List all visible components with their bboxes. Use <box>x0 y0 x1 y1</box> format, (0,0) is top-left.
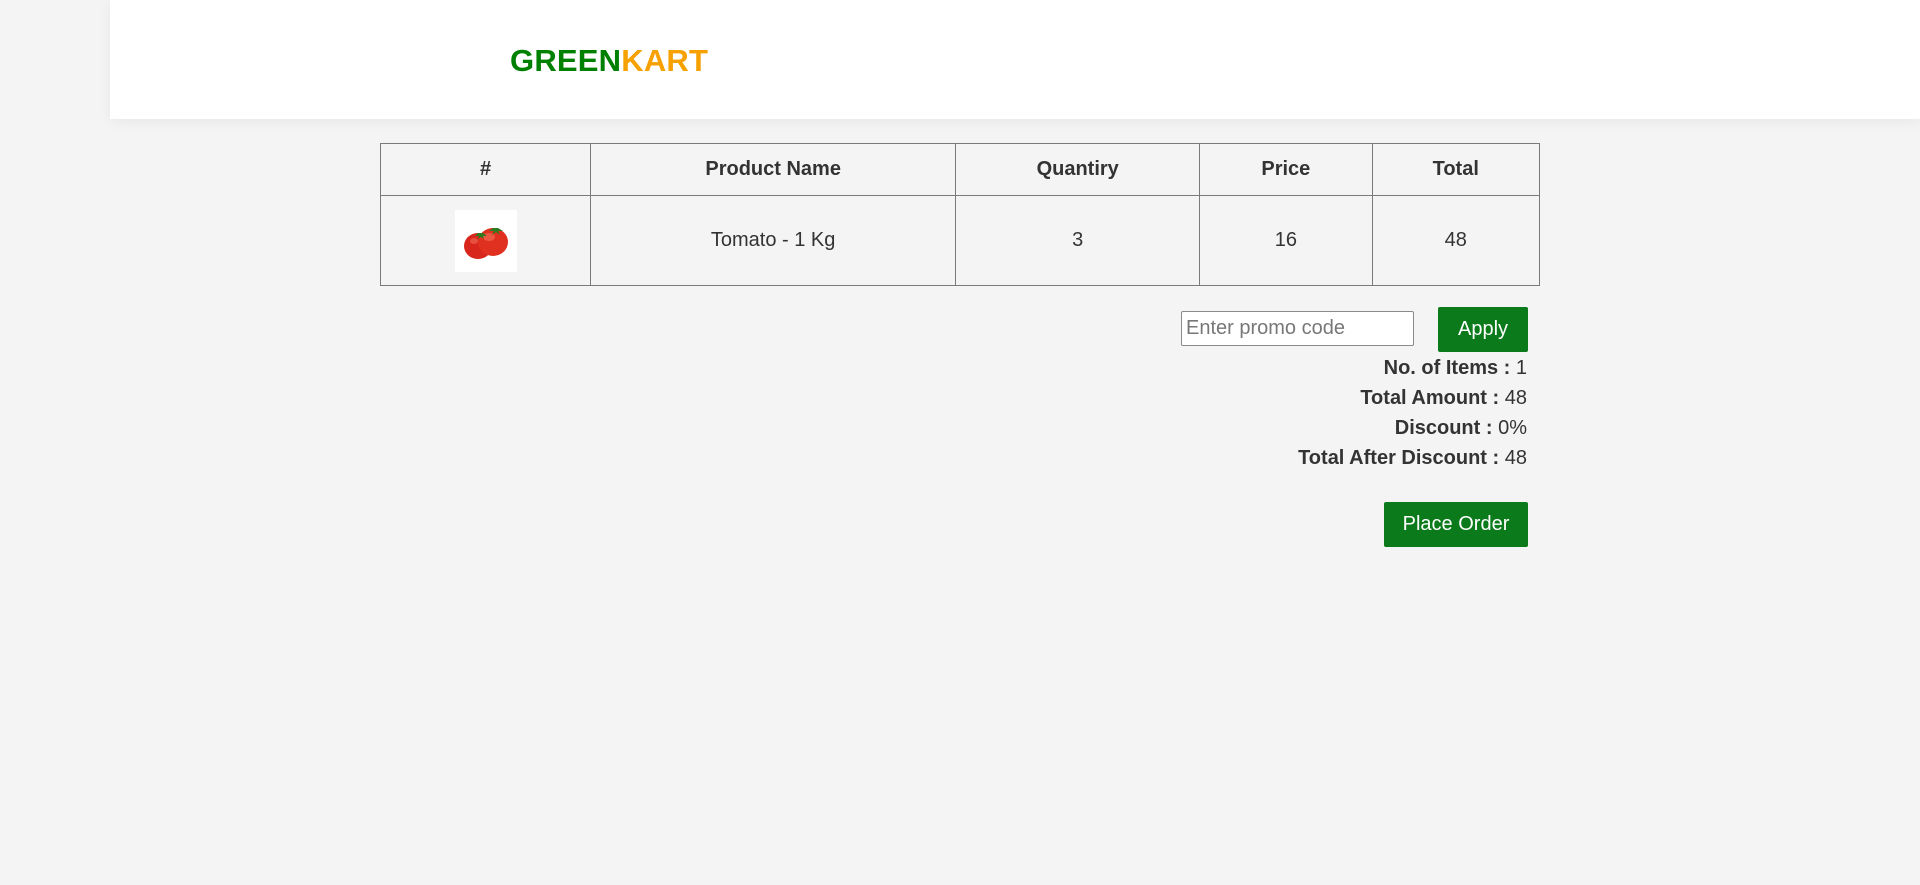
items-value: 1 <box>1515 357 1527 379</box>
brand-logo-kart: KART <box>621 43 709 78</box>
apply-promo-button[interactable]: Apply <box>1438 307 1528 352</box>
column-header-number: # <box>379 143 592 196</box>
summary-total-after-discount: Total After Discount : 48 <box>1298 443 1527 473</box>
quantity-cell: 3 <box>955 195 1201 286</box>
cart-table: # Product Name Quantiry Price Total Toma… <box>379 143 1541 286</box>
total-amount-value: 48 <box>1504 387 1527 409</box>
product-image-cell <box>379 195 592 286</box>
summary-total-amount: Total Amount : 48 <box>1298 383 1527 413</box>
site-header: GREENKART <box>110 0 1920 119</box>
order-summary: No. of Items : 1 Total Amount : 48 Disco… <box>1298 353 1527 473</box>
total-cell: 48 <box>1371 195 1541 286</box>
discount-label: Discount : <box>1394 417 1493 439</box>
column-header-price: Price <box>1199 143 1373 196</box>
table-row: Tomato - 1 Kg 3 16 48 <box>379 195 1541 286</box>
brand-logo-green: GREEN <box>510 43 622 78</box>
discount-value: 0% <box>1498 417 1527 439</box>
place-order-button[interactable]: Place Order <box>1384 502 1528 547</box>
column-header-product-name: Product Name <box>590 143 957 196</box>
column-header-quantity: Quantiry <box>955 143 1201 196</box>
summary-items: No. of Items : 1 <box>1298 353 1527 383</box>
price-cell: 16 <box>1199 195 1373 286</box>
total-after-discount-value: 48 <box>1504 447 1527 469</box>
tomato-icon <box>454 209 517 272</box>
brand-logo[interactable]: GREENKART <box>510 42 708 80</box>
total-amount-label: Total Amount : <box>1360 387 1500 409</box>
items-label: No. of Items : <box>1383 357 1511 379</box>
promo-code-input[interactable] <box>1181 311 1414 346</box>
product-name-cell: Tomato - 1 Kg <box>590 195 957 286</box>
total-after-discount-label: Total After Discount : <box>1298 447 1500 469</box>
summary-discount: Discount : 0% <box>1298 413 1527 443</box>
table-header-row: # Product Name Quantiry Price Total <box>379 143 1541 196</box>
column-header-total: Total <box>1371 143 1541 196</box>
